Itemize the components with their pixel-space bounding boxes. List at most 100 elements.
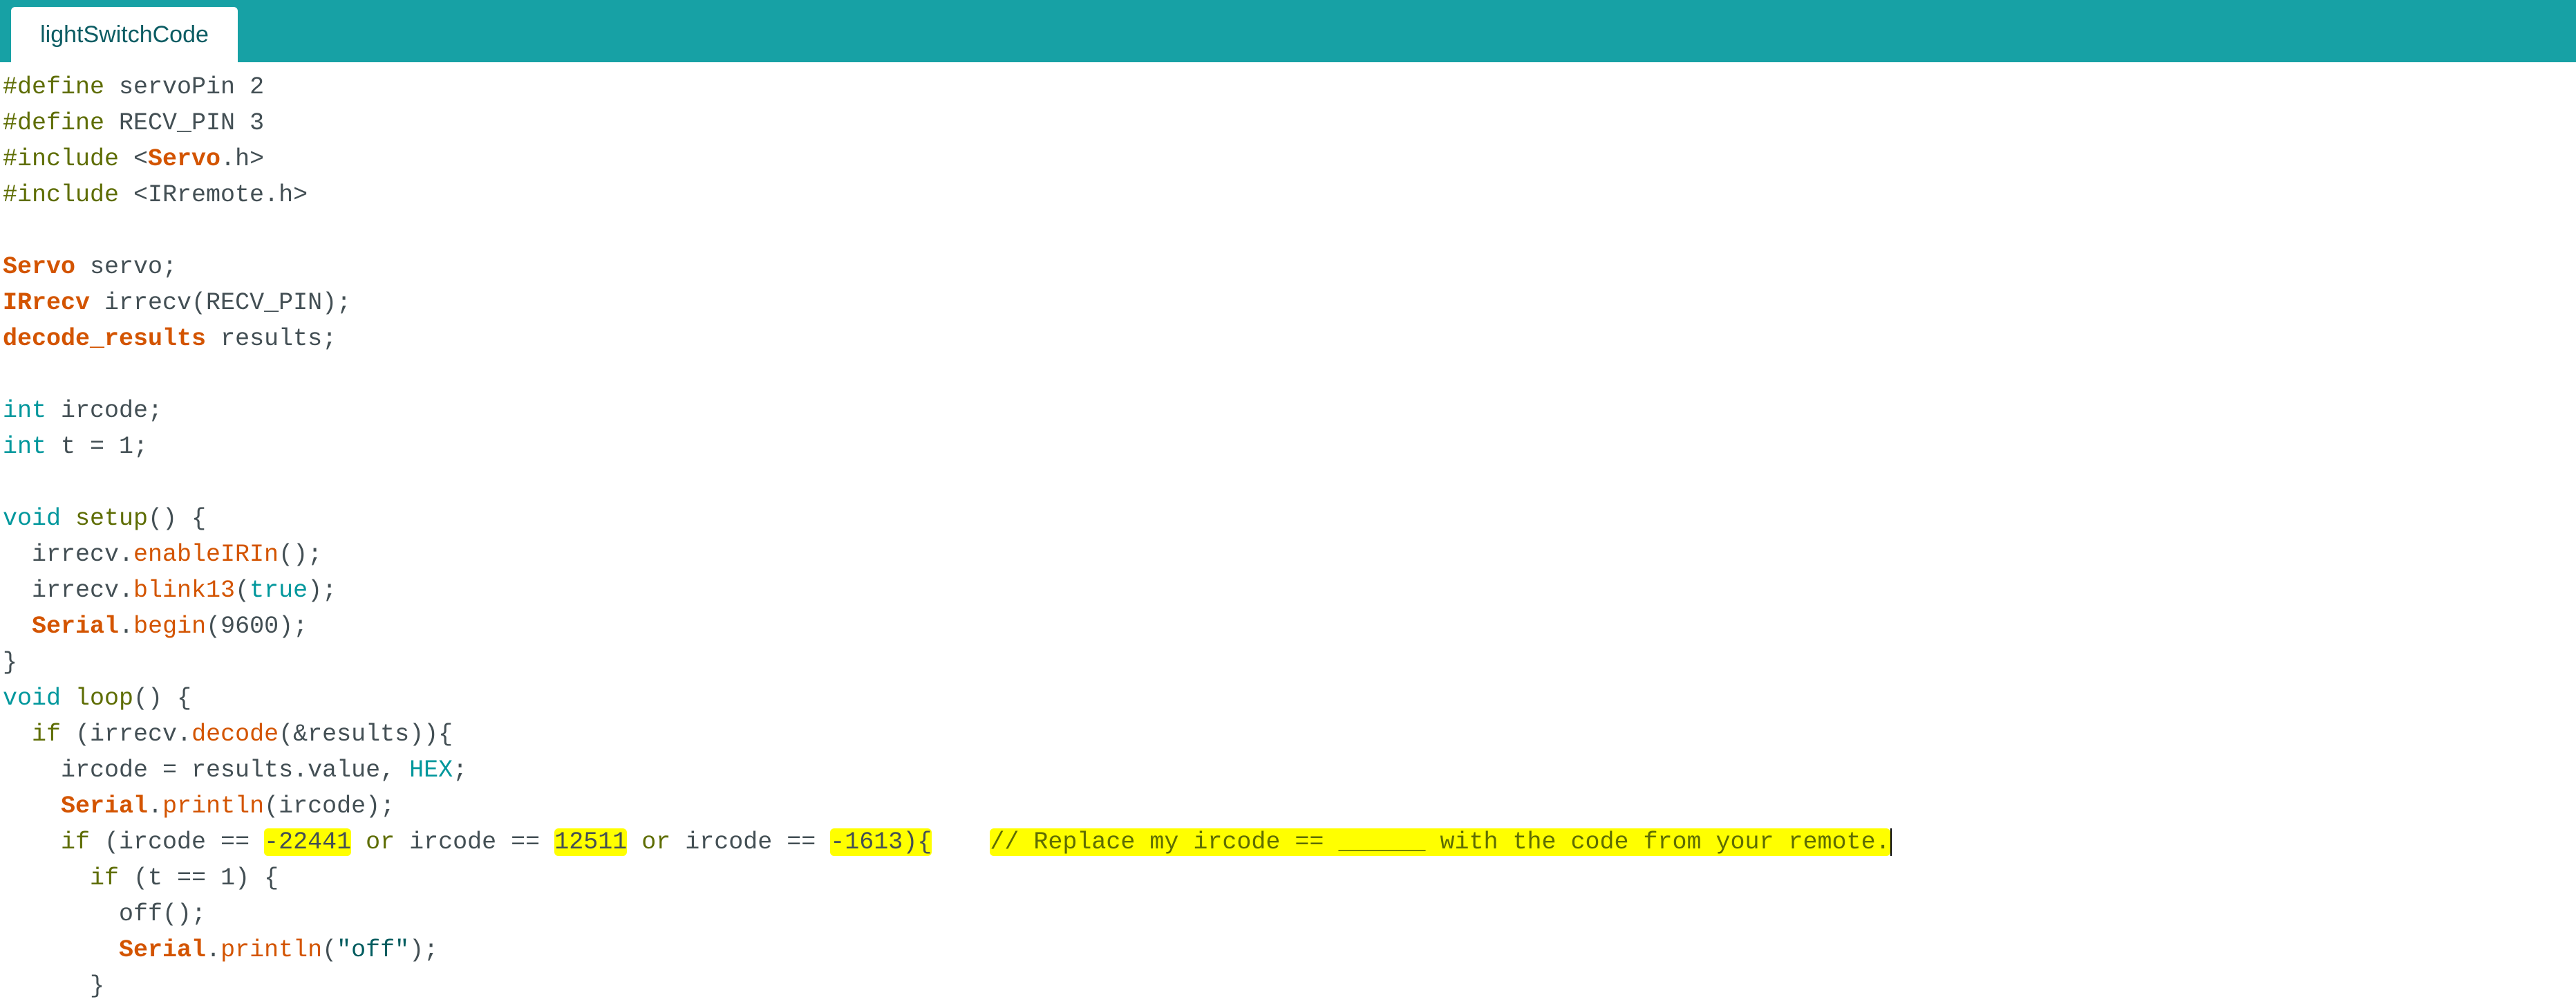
token-number: -1613 bbox=[830, 828, 903, 856]
code-line-13: void setup() { bbox=[3, 501, 206, 537]
token-text: () { bbox=[133, 685, 192, 712]
token-text: () { bbox=[148, 505, 207, 532]
token-class: Servo bbox=[148, 145, 221, 173]
code-line-17: } bbox=[3, 644, 17, 680]
tab-bar: lightSwitchCode bbox=[0, 0, 2576, 62]
token-text: <IRremote.h> bbox=[119, 181, 308, 209]
token-method: println bbox=[220, 936, 323, 964]
token-literal: HEX bbox=[409, 756, 453, 784]
code-line-2: #define RECV_PIN 3 bbox=[3, 105, 264, 141]
token-class: IRrecv bbox=[3, 289, 91, 317]
token-text: .h> bbox=[220, 145, 265, 173]
code-line-18: void loop() { bbox=[3, 680, 191, 716]
token-text: (9600); bbox=[206, 613, 308, 640]
token-function: loop bbox=[75, 685, 134, 712]
token-text: ; bbox=[453, 756, 468, 784]
token-text: irrecv. bbox=[3, 577, 134, 604]
highlighted-ircode: 12511 bbox=[554, 828, 628, 856]
token-brace: ){ bbox=[903, 828, 932, 856]
token-keyword: or bbox=[366, 828, 395, 856]
token-text: results; bbox=[206, 325, 337, 353]
code-line-11: int t = 1; bbox=[3, 429, 148, 465]
token-class: decode_results bbox=[3, 325, 207, 353]
token-text: irrecv. bbox=[3, 541, 134, 568]
token-text: ircode == bbox=[670, 828, 831, 856]
code-line-19: if (irrecv.decode(&results)){ bbox=[3, 716, 453, 752]
token-class: Serial bbox=[61, 792, 149, 820]
code-line-24: off(); bbox=[3, 896, 206, 932]
token-text: (&results)){ bbox=[279, 721, 453, 748]
token-text: ); bbox=[308, 577, 337, 604]
token-text: irrecv(RECV_PIN); bbox=[90, 289, 352, 317]
code-line-25: Serial.println("off"); bbox=[3, 932, 438, 968]
token-define: #define bbox=[3, 109, 105, 137]
token-keyword: if bbox=[61, 828, 91, 856]
token-literal: true bbox=[250, 577, 308, 604]
token-text: } bbox=[3, 972, 105, 1000]
text-cursor bbox=[1890, 828, 1892, 856]
token-text: t = 1; bbox=[46, 433, 149, 461]
token-text: servo; bbox=[75, 253, 178, 281]
highlighted-ircode: -22441 bbox=[264, 828, 352, 856]
token-text: servoPin 2 bbox=[104, 73, 265, 101]
code-line-26: } bbox=[3, 968, 104, 1004]
token-text: off(); bbox=[3, 900, 207, 928]
code-line-21: Serial.println(ircode); bbox=[3, 788, 395, 824]
token-class: Serial bbox=[119, 936, 207, 964]
token-text: < bbox=[119, 145, 149, 173]
highlighted-ircode: -1613){ bbox=[830, 828, 932, 856]
token-text: . bbox=[119, 613, 134, 640]
token-method: begin bbox=[133, 613, 207, 640]
token-class: Servo bbox=[3, 253, 76, 281]
token-text: ( bbox=[322, 936, 337, 964]
token-text: ircode; bbox=[46, 397, 163, 425]
token-include: #include bbox=[3, 181, 120, 209]
code-line-8: decode_results results; bbox=[3, 321, 337, 357]
token-keyword: or bbox=[641, 828, 671, 856]
code-line-7: IRrecv irrecv(RECV_PIN); bbox=[3, 285, 351, 321]
code-line-6: Servo servo; bbox=[3, 249, 177, 285]
token-text: (); bbox=[279, 541, 323, 568]
token-method: println bbox=[162, 792, 265, 820]
token-type: void bbox=[3, 505, 62, 532]
code-line-10: int ircode; bbox=[3, 393, 162, 429]
token-method: decode bbox=[191, 721, 279, 748]
token-type: int bbox=[3, 433, 47, 461]
code-line-22: if (ircode == -22441 or ircode == 12511 … bbox=[3, 824, 1892, 860]
token-text: } bbox=[3, 649, 18, 676]
code-line-14: irrecv.enableIRIn(); bbox=[3, 537, 322, 573]
token-type: void bbox=[3, 685, 62, 712]
code-line-4: #include <IRremote.h> bbox=[3, 177, 308, 213]
tab-lightswitchcode[interactable]: lightSwitchCode bbox=[11, 7, 238, 62]
token-text: RECV_PIN 3 bbox=[104, 109, 265, 137]
token-text: ircode == bbox=[395, 828, 555, 856]
highlighted-comment: // Replace my ircode == ______ with the … bbox=[990, 828, 1890, 856]
token-text: (ircode); bbox=[264, 792, 395, 820]
token-keyword: if bbox=[32, 721, 62, 748]
code-editor[interactable]: #define servoPin 2 #define RECV_PIN 3 #i… bbox=[0, 62, 2576, 1000]
token-string: "off" bbox=[337, 936, 410, 964]
token-text: ircode = results.value, bbox=[3, 756, 410, 784]
token-define: #define bbox=[3, 73, 105, 101]
token-text: ); bbox=[409, 936, 439, 964]
token-text: (ircode == bbox=[90, 828, 265, 856]
code-line-1: #define servoPin 2 bbox=[3, 69, 264, 105]
code-line-15: irrecv.blink13(true); bbox=[3, 573, 337, 608]
token-text: (irrecv. bbox=[61, 721, 192, 748]
token-function: setup bbox=[75, 505, 149, 532]
code-line-16: Serial.begin(9600); bbox=[3, 608, 308, 644]
token-text: (t == 1) { bbox=[119, 864, 279, 892]
token-keyword: if bbox=[90, 864, 120, 892]
token-method: blink13 bbox=[133, 577, 236, 604]
token-text: ( bbox=[235, 577, 250, 604]
token-class: Serial bbox=[32, 613, 120, 640]
